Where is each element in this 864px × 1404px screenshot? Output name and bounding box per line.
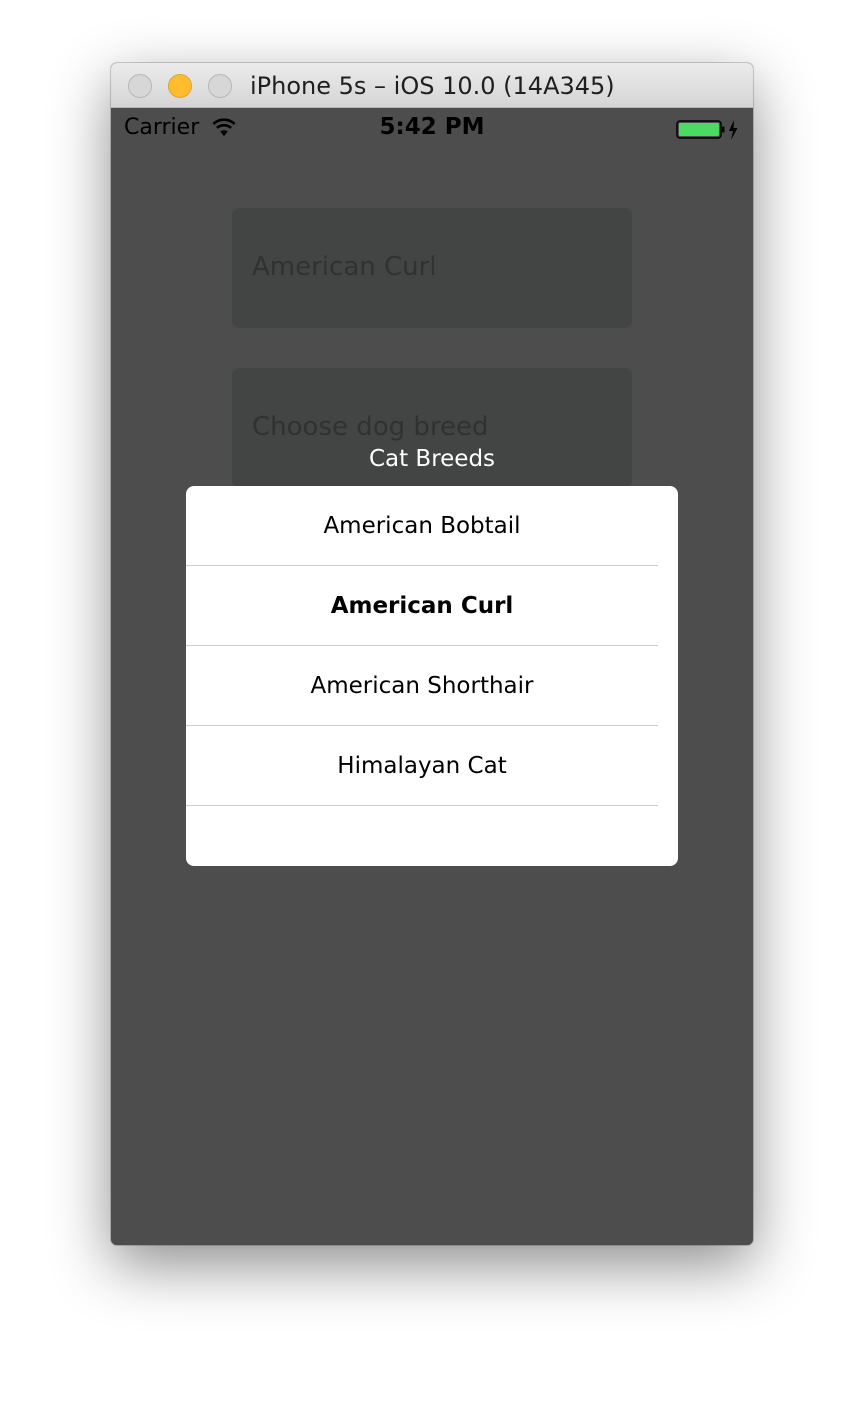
status-time: 5:42 PM	[379, 114, 485, 140]
device-screen: Carrier 5:42 PM American Curl Choose dog…	[111, 108, 753, 1245]
window-titlebar[interactable]: iPhone 5s – iOS 10.0 (14A345)	[111, 63, 753, 108]
simulator-window: iPhone 5s – iOS 10.0 (14A345) Carrier 5:…	[111, 63, 753, 1245]
picker-item-himalayan-cat[interactable]: Himalayan Cat	[186, 726, 658, 806]
picker-item-american-bobtail[interactable]: American Bobtail	[186, 486, 658, 566]
minimize-window-button[interactable]	[168, 74, 192, 98]
breed-picker-dialog: American Bobtail American Curl American …	[186, 486, 678, 866]
picker-item-american-curl[interactable]: American Curl	[186, 566, 658, 646]
close-window-button[interactable]	[128, 74, 152, 98]
cat-breed-field[interactable]: American Curl	[232, 208, 632, 328]
window-title: iPhone 5s – iOS 10.0 (14A345)	[250, 72, 615, 100]
battery-charging-icon	[676, 119, 740, 145]
status-bar: Carrier 5:42 PM	[111, 108, 753, 148]
picker-item-american-shorthair[interactable]: American Shorthair	[186, 646, 658, 726]
zoom-window-button[interactable]	[208, 74, 232, 98]
cat-breed-value: American Curl	[252, 252, 437, 282]
dog-breed-placeholder: Choose dog breed	[252, 412, 489, 442]
picker-title: Cat Breeds	[368, 446, 496, 472]
